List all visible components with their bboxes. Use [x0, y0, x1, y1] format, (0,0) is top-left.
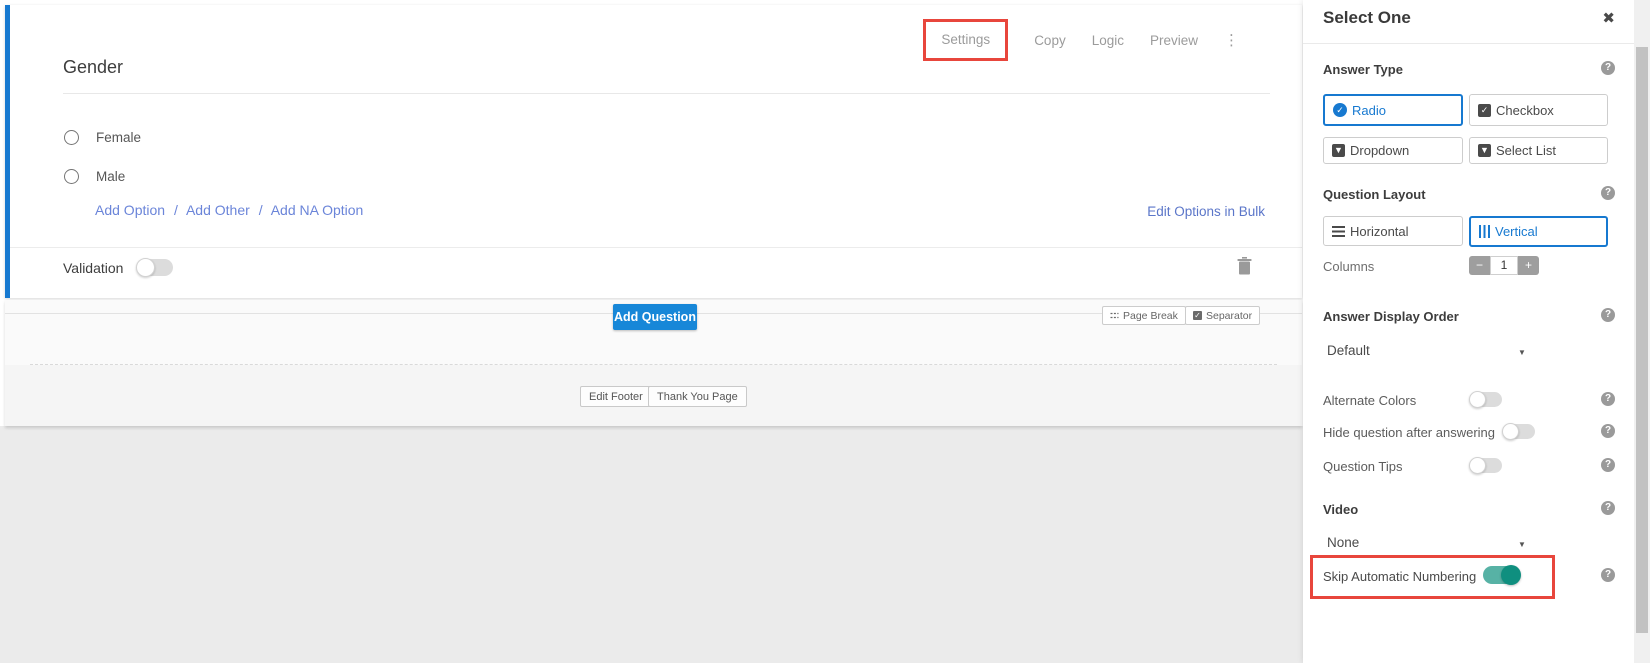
add-option-link[interactable]: Add Option	[95, 202, 165, 218]
separator-button[interactable]: ✓ Separator	[1185, 306, 1260, 325]
separator-label: Separator	[1206, 310, 1252, 322]
question-layout-label: Question Layout	[1323, 187, 1426, 202]
settings-sidebar: Select One ✖ Answer Type ? ✓ Radio ✓ Che…	[1303, 0, 1634, 663]
separator-icon: ✓	[1193, 311, 1202, 320]
dropdown-icon: ▼	[1332, 144, 1345, 157]
skip-automatic-numbering-toggle[interactable]	[1483, 566, 1520, 584]
option-row: Male	[64, 167, 125, 185]
edit-footer-button[interactable]: Edit Footer	[580, 386, 652, 407]
edit-options-in-bulk-link[interactable]: Edit Options in Bulk	[1147, 204, 1265, 219]
checkbox-icon: ✓	[1478, 104, 1491, 117]
help-icon[interactable]: ?	[1601, 61, 1615, 75]
select-list-button-label: Select List	[1496, 143, 1556, 158]
chevron-down-icon[interactable]: ▼	[1518, 540, 1526, 549]
help-icon[interactable]: ?	[1601, 392, 1615, 406]
answer-type-radio-button[interactable]: ✓ Radio	[1323, 94, 1463, 126]
toggle-knob	[1501, 565, 1521, 585]
option-label[interactable]: Male	[96, 169, 125, 184]
chevron-down-icon[interactable]: ▼	[1518, 348, 1526, 357]
skip-automatic-numbering-label: Skip Automatic Numbering	[1323, 569, 1476, 584]
validation-toggle[interactable]	[137, 259, 173, 276]
footer-strip: Edit Footer Thank You Page	[5, 365, 1302, 426]
trash-icon	[1237, 257, 1252, 275]
help-icon[interactable]: ?	[1601, 186, 1615, 200]
question-title-divider	[63, 93, 1270, 94]
validation-row: Validation	[63, 259, 173, 276]
option-row: Female	[64, 128, 141, 146]
toggle-knob	[136, 258, 155, 277]
thank-you-page-button[interactable]: Thank You Page	[648, 386, 747, 407]
layout-horizontal-button[interactable]: Horizontal	[1323, 216, 1463, 246]
columns-label: Columns	[1323, 259, 1374, 274]
video-label: Video	[1323, 502, 1358, 517]
vertical-bars-icon	[1479, 225, 1490, 238]
answer-type-dropdown-button[interactable]: ▼ Dropdown	[1323, 137, 1463, 164]
vertical-button-label: Vertical	[1495, 224, 1538, 239]
radio-button-label: Radio	[1352, 103, 1386, 118]
radio-button-icon[interactable]	[64, 130, 79, 145]
question-title[interactable]: Gender	[63, 57, 123, 78]
columns-value[interactable]: 1	[1490, 256, 1518, 275]
add-na-option-link[interactable]: Add NA Option	[271, 202, 364, 218]
link-separator: /	[174, 202, 178, 218]
copy-button[interactable]: Copy	[1034, 33, 1066, 48]
dropdown-button-label: Dropdown	[1350, 143, 1409, 158]
video-select[interactable]: None	[1327, 535, 1359, 550]
columns-increase-button[interactable]: +	[1518, 256, 1539, 275]
page-break-button[interactable]: Page Break	[1102, 306, 1186, 325]
help-icon[interactable]: ?	[1601, 501, 1615, 515]
toggle-knob	[1469, 457, 1486, 474]
add-question-button[interactable]: Add Question	[613, 304, 697, 330]
hide-question-label: Hide question after answering	[1323, 425, 1495, 440]
alternate-colors-label: Alternate Colors	[1323, 393, 1416, 408]
page-break-icon	[1110, 311, 1119, 320]
option-links-row: Add Option / Add Other / Add NA Option	[95, 202, 363, 218]
columns-decrease-button[interactable]: −	[1469, 256, 1490, 275]
sidebar-title: Select One	[1323, 8, 1411, 28]
more-options-icon[interactable]: ⋮	[1224, 31, 1240, 49]
horizontal-button-label: Horizontal	[1350, 224, 1409, 239]
layout-vertical-button[interactable]: Vertical	[1469, 216, 1608, 247]
question-tips-label: Question Tips	[1323, 459, 1403, 474]
help-icon[interactable]: ?	[1601, 568, 1615, 582]
answer-type-label: Answer Type	[1323, 62, 1403, 77]
answer-display-order-label: Answer Display Order	[1323, 309, 1459, 324]
logic-button[interactable]: Logic	[1092, 33, 1124, 48]
help-icon[interactable]: ?	[1601, 458, 1615, 472]
toggle-knob	[1502, 423, 1519, 440]
close-icon[interactable]: ✖	[1602, 9, 1615, 27]
answer-type-select-list-button[interactable]: ▼ Select List	[1469, 137, 1608, 164]
scrollbar-thumb[interactable]	[1636, 47, 1648, 633]
question-card: Settings Copy Logic Preview ⋮ Gender Fem…	[5, 5, 1302, 298]
checkbox-button-label: Checkbox	[1496, 103, 1554, 118]
add-other-link[interactable]: Add Other	[186, 202, 250, 218]
radio-selected-icon: ✓	[1333, 103, 1347, 117]
toggle-knob	[1469, 391, 1486, 408]
link-separator: /	[259, 202, 263, 218]
card-divider	[10, 247, 1302, 248]
alternate-colors-toggle[interactable]	[1470, 392, 1502, 407]
radio-button-icon[interactable]	[64, 169, 79, 184]
survey-builder-screen: Settings Copy Logic Preview ⋮ Gender Fem…	[0, 0, 1650, 663]
delete-question-button[interactable]	[1237, 257, 1252, 280]
answer-display-order-select[interactable]: Default	[1327, 343, 1370, 358]
help-icon[interactable]: ?	[1601, 424, 1615, 438]
scrollbar-track[interactable]	[1634, 0, 1650, 663]
horizontal-lines-icon	[1332, 226, 1345, 237]
hide-question-toggle[interactable]	[1503, 424, 1535, 439]
select-list-icon: ▼	[1478, 144, 1491, 157]
preview-button[interactable]: Preview	[1150, 33, 1198, 48]
page-break-label: Page Break	[1123, 310, 1178, 322]
validation-label: Validation	[63, 260, 123, 276]
help-icon[interactable]: ?	[1601, 308, 1615, 322]
settings-button[interactable]: Settings	[941, 32, 990, 47]
option-label[interactable]: Female	[96, 130, 141, 145]
settings-highlight-box: Settings	[923, 19, 1008, 61]
question-tips-toggle[interactable]	[1470, 458, 1502, 473]
question-toolbar: Settings Copy Logic Preview ⋮	[923, 19, 1240, 61]
columns-stepper: − 1 +	[1469, 256, 1539, 275]
sidebar-divider	[1303, 43, 1634, 44]
answer-type-checkbox-button[interactable]: ✓ Checkbox	[1469, 94, 1608, 126]
builder-strip: Add Question Page Break ✓ Separator Edit…	[5, 300, 1302, 426]
